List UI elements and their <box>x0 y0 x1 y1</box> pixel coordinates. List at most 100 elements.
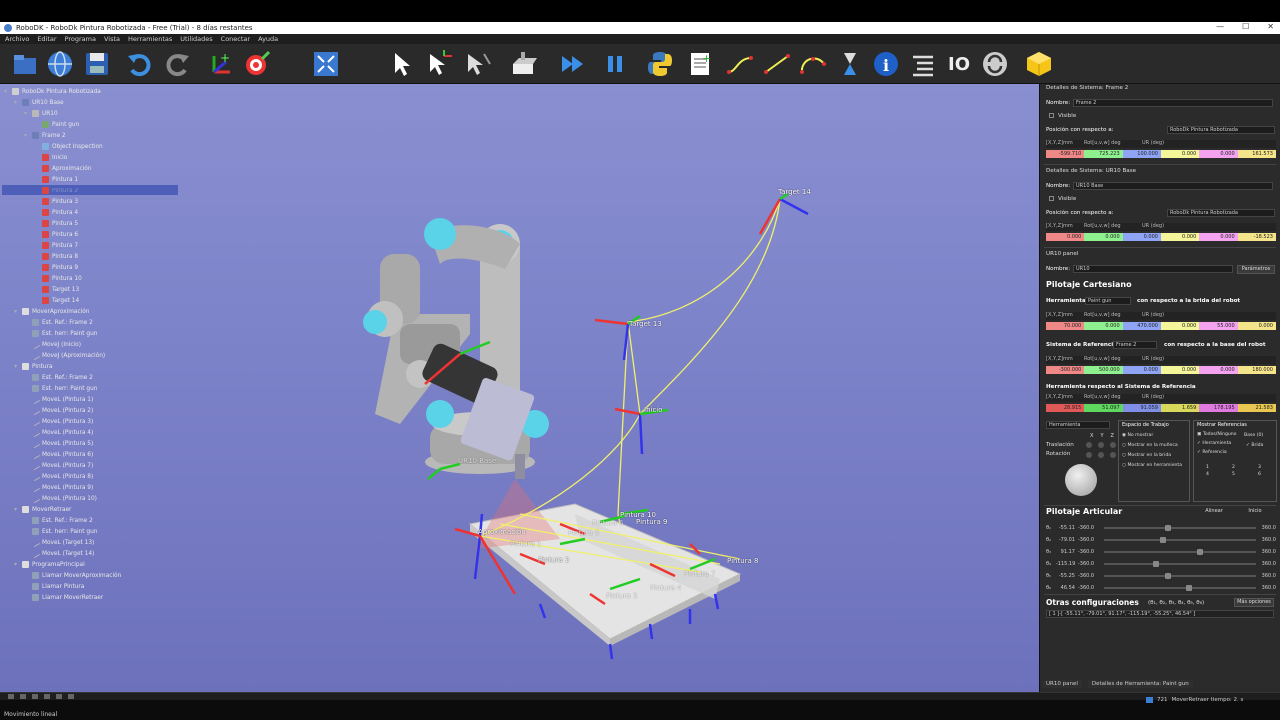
expand-toggle-icon[interactable]: ▾ <box>14 506 20 513</box>
menu-editar[interactable]: Editar <box>37 35 56 43</box>
tree-item[interactable]: MoveL (Pintura 6) <box>24 449 93 460</box>
base-ref-select[interactable]: RoboDk Pintura Robotizada <box>1167 209 1275 217</box>
tree-item[interactable]: Pintura 2 <box>34 185 78 196</box>
pose-y[interactable]: 500.000 <box>1084 366 1123 374</box>
tree-item[interactable]: Est. herr: Paint gun <box>24 328 97 339</box>
joint-slider[interactable] <box>1104 584 1256 591</box>
joint-slider[interactable] <box>1104 548 1256 555</box>
ref-opt-ref[interactable]: ✓ Referencia <box>1197 448 1237 457</box>
joint-row[interactable]: θ₁ -55.11 -360.0 360.0 <box>1046 523 1276 532</box>
menu-herramientas[interactable]: Herramientas <box>128 35 172 43</box>
pose-y[interactable]: 0.000 <box>1084 322 1123 330</box>
robot-name-input[interactable]: UR10 <box>1073 265 1233 273</box>
add-frame-icon[interactable]: + <box>205 48 235 80</box>
joint-slider-handle[interactable] <box>1164 524 1171 531</box>
pose-u[interactable]: 0.000 <box>1160 322 1200 330</box>
menu-vista[interactable]: Vista <box>104 35 120 43</box>
pose-x[interactable]: 70.000 <box>1046 322 1085 330</box>
pose-z[interactable]: 0.000 <box>1122 233 1161 241</box>
tree-item[interactable]: Inicio <box>34 152 67 163</box>
python-icon[interactable] <box>645 48 675 80</box>
expand-toggle-icon[interactable] <box>24 386 30 392</box>
label-pintura-3[interactable]: Pintura 3 <box>606 592 637 600</box>
frame-name-input[interactable]: Frame 2 <box>1073 99 1273 107</box>
expand-toggle-icon[interactable] <box>34 188 40 194</box>
ref-opt-tool[interactable]: ✓ Herramienta <box>1197 439 1237 448</box>
home-button[interactable]: Inicio <box>1236 508 1274 517</box>
move-circular-icon[interactable] <box>798 48 828 80</box>
joint-value[interactable]: -55.25 <box>1056 573 1078 579</box>
tree-item[interactable]: Est. Ref.: Frame 2 <box>24 317 93 328</box>
jog-joystick[interactable] <box>1065 464 1097 496</box>
tree-item[interactable]: Paint gun <box>34 119 79 130</box>
pose-u[interactable]: 1.659 <box>1160 404 1200 412</box>
tree-item[interactable]: ▾ ProgramaPrincipal <box>14 559 85 570</box>
expand-toggle-icon[interactable] <box>24 584 30 590</box>
frame-visible-checkbox[interactable] <box>1049 113 1054 118</box>
expand-toggle-icon[interactable]: ▾ <box>24 110 30 117</box>
io-icon[interactable]: IO <box>944 48 974 80</box>
ws-option-0[interactable]: ◉ No mostrar <box>1122 431 1182 441</box>
list-icon[interactable] <box>908 48 938 80</box>
joint-slider[interactable] <box>1104 560 1256 567</box>
label-pintura-2[interactable]: Pintura 2 <box>538 556 569 564</box>
expand-toggle-icon[interactable] <box>24 342 30 348</box>
expand-toggle-icon[interactable]: ▾ <box>4 88 10 95</box>
label-target-13[interactable]: Target 13 <box>629 320 662 328</box>
ref-select[interactable]: Frame 2 <box>1113 341 1157 349</box>
tree-item[interactable]: Llamar MoverRetraer <box>24 592 103 603</box>
pose-x[interactable]: -300.000 <box>1046 366 1085 374</box>
pose-w[interactable]: 161.573 <box>1237 150 1276 158</box>
joint-slider-handle[interactable] <box>1160 536 1167 543</box>
expand-toggle-icon[interactable] <box>34 243 40 249</box>
pose-v[interactable]: 0.000 <box>1199 233 1238 241</box>
pose-w[interactable]: 180.000 <box>1237 366 1276 374</box>
expand-toggle-icon[interactable] <box>34 210 40 216</box>
expand-toggle-icon[interactable] <box>24 463 30 469</box>
jog-rz-button[interactable] <box>1110 452 1116 458</box>
cube-icon[interactable] <box>1024 48 1054 80</box>
status-icon[interactable] <box>8 694 14 699</box>
pose-v[interactable]: 55.000 <box>1199 322 1238 330</box>
base-pose-values[interactable]: 0.000 0.000 0.000 0.000 0.000 -18.523 <box>1046 233 1276 241</box>
label-pintura-4[interactable]: Pintura 4 <box>650 584 681 592</box>
ws-option-2[interactable]: ○ Mostrar en la brida <box>1122 451 1182 461</box>
tree-item[interactable]: MoveL (Pintura 9) <box>24 482 93 493</box>
menu-utilidades[interactable]: Utilidades <box>180 35 212 43</box>
menu-programa[interactable]: Programa <box>65 35 96 43</box>
expand-toggle-icon[interactable] <box>34 122 40 128</box>
ref-pose-values[interactable]: -300.000 500.000 0.000 0.000 0.000 180.0… <box>1046 366 1276 374</box>
pose-v[interactable]: 0.000 <box>1199 366 1238 374</box>
pose-y[interactable]: 51.097 <box>1084 404 1123 412</box>
tree-item[interactable]: MoveL (Pintura 5) <box>24 438 93 449</box>
ref-opt-all[interactable]: ▣ Todos/Ninguno <box>1197 430 1237 439</box>
pose-y[interactable]: 725.223 <box>1084 150 1123 158</box>
expand-toggle-icon[interactable] <box>24 518 30 524</box>
base-visible-checkbox[interactable] <box>1049 196 1054 201</box>
tree-item[interactable]: Est. Ref.: Frame 2 <box>24 372 93 383</box>
expand-toggle-icon[interactable]: ▾ <box>14 561 20 568</box>
move-tool-icon[interactable] <box>463 48 493 80</box>
config-select[interactable]: [ 1 ]-[ -55.11°, -79.01°, 91.17°, -115.1… <box>1046 610 1274 618</box>
joint-value[interactable]: -79.01 <box>1056 537 1078 543</box>
expand-toggle-icon[interactable] <box>34 221 40 227</box>
tree-item[interactable]: Est. herr: Paint gun <box>24 383 97 394</box>
save-icon[interactable] <box>82 48 112 80</box>
expand-toggle-icon[interactable] <box>24 485 30 491</box>
tree-item[interactable]: ▾ RoboDk Pintura Robotizada <box>4 86 101 97</box>
pause-instruction-icon[interactable] <box>835 48 865 80</box>
close-button[interactable]: ✕ <box>1267 22 1274 31</box>
pose-z[interactable]: 0.000 <box>1122 366 1161 374</box>
jog-buttons[interactable] <box>1086 442 1116 458</box>
jog-rx-button[interactable] <box>1086 452 1092 458</box>
expand-toggle-icon[interactable] <box>34 155 40 161</box>
expand-toggle-icon[interactable] <box>24 474 30 480</box>
globe-icon[interactable] <box>45 48 75 80</box>
label-pintura-7[interactable]: Pintura 7 <box>684 570 715 578</box>
joint-row[interactable]: θ₄ -115.19 -360.0 360.0 <box>1046 559 1276 568</box>
tab-tool-details[interactable]: Detalles de Herramienta: Paint gun <box>1087 680 1193 688</box>
expand-toggle-icon[interactable] <box>24 331 30 337</box>
tool-pose-values[interactable]: 70.000 0.000 470.000 0.000 55.000 0.000 <box>1046 322 1276 330</box>
tab-ur10-panel[interactable]: UR10 panel <box>1042 680 1082 688</box>
info-icon[interactable]: i <box>871 48 901 80</box>
